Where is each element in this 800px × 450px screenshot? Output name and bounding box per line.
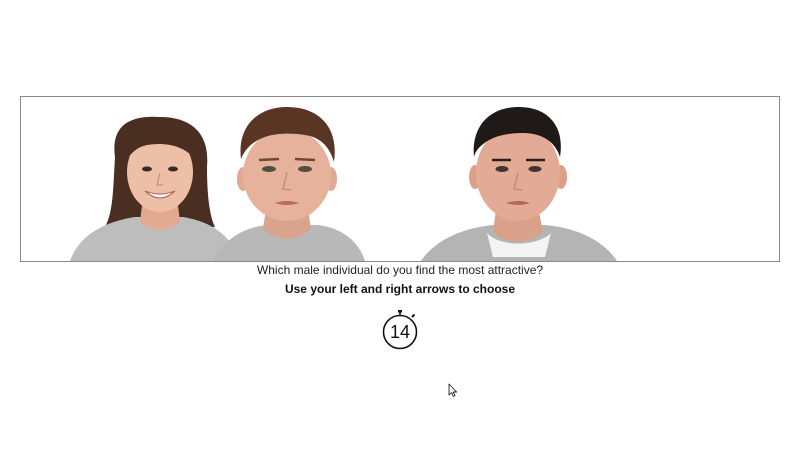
countdown-timer: 14 bbox=[378, 306, 422, 352]
male-face-dark-hair-photo bbox=[421, 107, 617, 261]
male-face-brown-hair-photo bbox=[212, 107, 365, 261]
mouse-pointer-icon bbox=[448, 383, 458, 397]
stimulus-frame bbox=[20, 96, 780, 262]
trial-question: Which male individual do you find the mo… bbox=[256, 263, 544, 277]
trial-instruction: Use your left and right arrows to choose bbox=[284, 282, 516, 296]
timer-value: 14 bbox=[389, 322, 411, 342]
